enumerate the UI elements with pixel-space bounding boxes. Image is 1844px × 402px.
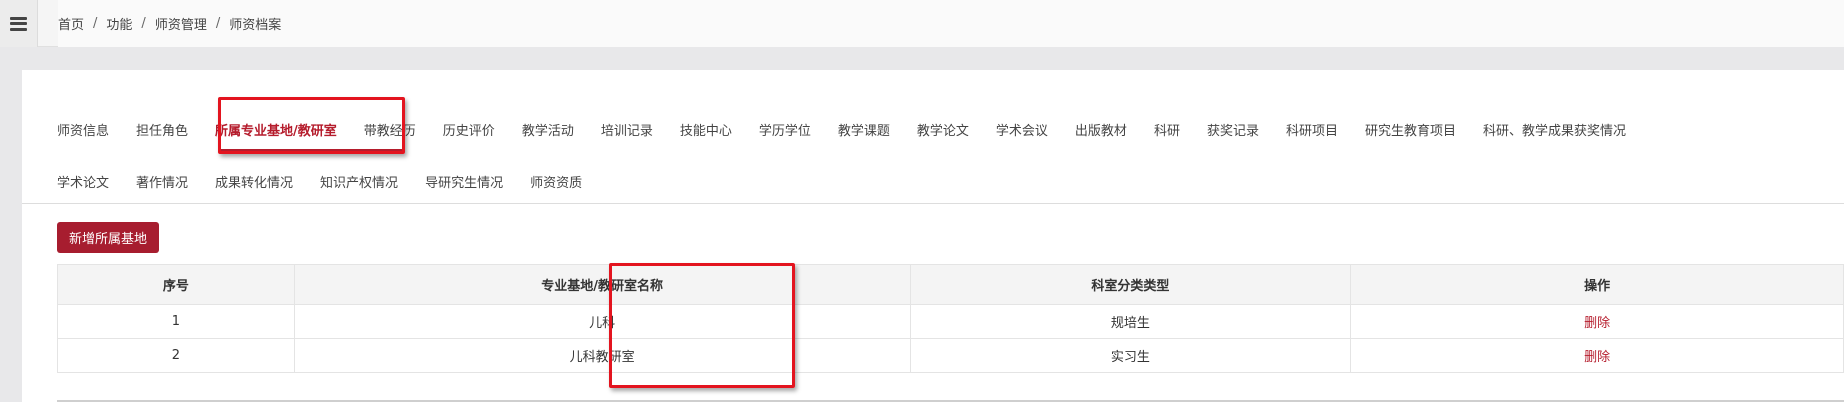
cell-name: 儿科 [293,304,911,339]
breadcrumb-separator: / [215,16,221,31]
tab-skill-center[interactable]: 技能中心 [680,120,732,139]
breadcrumb-teacher-archive: 师资档案 [229,18,282,33]
tab-base-department[interactable]: 所属专业基地/教研室 [215,120,337,139]
active-tab-underline [221,149,402,152]
cell-name: 儿科教研室 [293,338,911,373]
breadcrumb: 首页 / 功能 / 师资管理 / 师资档案 [58,0,1844,47]
delete-link[interactable]: 删除 [1584,350,1610,365]
tab-bar: 师资信息 担任角色 所属专业基地/教研室 带教经历 历史评价 教学活动 培训记录… [22,70,1844,204]
cell-type: 规培生 [909,304,1352,339]
tab-teaching-papers[interactable]: 教学论文 [917,120,969,139]
cell-index: 1 [57,304,295,339]
table-header-row: 序号 专业基地/教研室名称 科室分类类型 操作 [57,264,1844,305]
breadcrumb-function[interactable]: 功能 [106,14,132,33]
cell-index: 2 [57,338,295,373]
tab-research[interactable]: 科研 [1154,120,1180,139]
breadcrumb-separator: / [141,16,146,31]
content-panel: 师资信息 担任角色 所属专业基地/教研室 带教经历 历史评价 教学活动 培训记录… [22,70,1844,402]
tab-intellectual-property[interactable]: 知识产权情况 [320,172,398,191]
breadcrumb-separator: / [93,16,98,31]
cell-type: 实习生 [909,338,1352,373]
header-actions: 操作 [1350,264,1844,305]
table-row: 2 儿科教研室 实习生 删除 [57,338,1844,373]
tab-teacher-qualification[interactable]: 师资资质 [530,172,582,191]
header-name: 专业基地/教研室名称 [293,264,911,305]
base-table: 序号 专业基地/教研室名称 科室分类类型 操作 1 儿科 规培生 删除 2 儿科… [57,264,1844,373]
tab-academic-conferences[interactable]: 学术会议 [996,120,1048,139]
add-base-button[interactable]: 新增所属基地 [57,222,160,253]
menu-toggle-button[interactable] [0,0,38,47]
tab-row-2: 学术论文 著作情况 成果转化情况 知识产权情况 导研究生情况 师资资质 [22,157,582,205]
delete-link[interactable]: 删除 [1584,316,1610,331]
tab-works[interactable]: 著作情况 [136,172,188,191]
tab-history-evaluation[interactable]: 历史评价 [443,120,495,139]
tab-academic-papers[interactable]: 学术论文 [57,172,109,191]
tab-graduate-education-projects[interactable]: 研究生教育项目 [1365,120,1456,139]
tab-research-teaching-awards[interactable]: 科研、教学成果获奖情况 [1483,120,1626,139]
tab-teacher-info[interactable]: 师资信息 [57,120,109,139]
header-index: 序号 [57,264,295,305]
tab-research-projects[interactable]: 科研项目 [1286,120,1338,139]
cell-actions: 删除 [1350,338,1844,373]
tab-teaching-experience[interactable]: 带教经历 [364,120,416,139]
tab-award-records[interactable]: 获奖记录 [1207,120,1259,139]
tab-education-degree[interactable]: 学历学位 [759,120,811,139]
top-bar: 首页 / 功能 / 师资管理 / 师资档案 [0,0,1844,47]
tab-teaching-activities[interactable]: 教学活动 [522,120,574,139]
breadcrumb-home[interactable]: 首页 [58,14,84,33]
tab-roles[interactable]: 担任角色 [136,120,188,139]
hamburger-icon [10,16,27,31]
tab-teaching-projects[interactable]: 教学课题 [838,120,890,139]
header-type: 科室分类类型 [909,264,1352,305]
breadcrumb-teacher-management[interactable]: 师资管理 [155,14,207,33]
tab-published-textbooks[interactable]: 出版教材 [1075,120,1127,139]
tab-achievement-transfer[interactable]: 成果转化情况 [215,172,293,191]
table-row: 1 儿科 规培生 删除 [57,304,1844,339]
cell-actions: 删除 [1350,304,1844,339]
tab-graduate-supervision[interactable]: 导研究生情况 [425,172,503,191]
tab-training-records[interactable]: 培训记录 [601,120,653,139]
